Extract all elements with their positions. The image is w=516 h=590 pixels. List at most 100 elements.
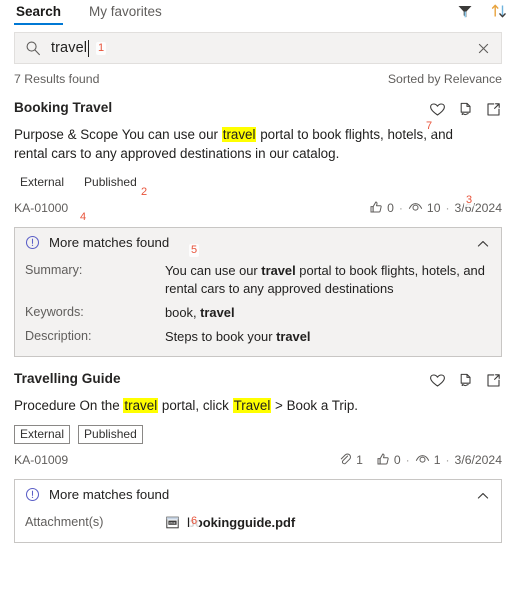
more-match-key: Keywords:: [25, 305, 84, 319]
tab-my-favorites[interactable]: My favorites: [87, 0, 164, 25]
search-box[interactable]: travel: [14, 32, 502, 64]
result-badges: External Published: [14, 425, 502, 444]
more-matches-header[interactable]: More matches found: [15, 228, 501, 256]
chevron-up-icon[interactable]: [475, 488, 491, 504]
pdf-file-icon: PDF: [165, 514, 180, 532]
search-icon: [25, 40, 41, 56]
sort-icon[interactable]: [490, 2, 508, 20]
snippet-pre: Procedure On the: [14, 398, 124, 413]
separator-dot: ·: [445, 452, 450, 467]
result-snippet: Purpose & Scope You can use our travel p…: [14, 125, 486, 163]
result-snippet: Procedure On the travel portal, click Tr…: [14, 396, 486, 415]
close-icon[interactable]: [476, 41, 491, 56]
result-actions: [429, 371, 502, 389]
result-stats: 0 · 10 · 3/6/2024: [369, 200, 502, 215]
more-match-key: Description:: [25, 329, 92, 343]
views-count: 1: [433, 452, 441, 467]
eye-icon: [408, 200, 423, 215]
article-id: KA-01009: [14, 452, 69, 467]
copy-link-icon[interactable]: [457, 372, 474, 389]
more-matches-header[interactable]: More matches found: [15, 480, 501, 508]
result-id-row: KA-01000 0 · 10 · 3/6/2024: [14, 200, 502, 215]
copy-link-icon[interactable]: [457, 101, 474, 118]
more-match-value: book, travel: [165, 304, 235, 322]
attachment-row: Attachment(s) PDF bookingguide.pdf: [25, 514, 491, 532]
value-pre: book,: [165, 305, 201, 320]
more-matches-panel: More matches found Attachment(s) PDF boo…: [14, 479, 502, 543]
more-matches-body: Summary: You can use our travel portal t…: [15, 262, 501, 356]
results-meta-row: 7 Results found Sorted by Relevance: [14, 72, 502, 86]
result-title[interactable]: Booking Travel: [14, 100, 112, 115]
status-badge: External: [14, 425, 71, 444]
separator-dot: ·: [445, 200, 450, 215]
sort-label[interactable]: Sorted by Relevance: [388, 72, 502, 86]
info-icon: [25, 235, 40, 250]
value-bold: travel: [276, 329, 311, 344]
snippet-highlight: travel: [221, 127, 257, 142]
result-spacer: [0, 357, 516, 371]
attachment-filename[interactable]: bookingguide.pdf: [187, 514, 295, 532]
top-tabbar: Search My favorites: [0, 0, 516, 28]
tab-search[interactable]: Search: [14, 0, 64, 25]
svg-text:PDF: PDF: [169, 521, 175, 525]
more-matches-title: More matches found: [49, 235, 170, 250]
result-title[interactable]: Travelling Guide: [14, 371, 121, 386]
value-bold: travel: [261, 263, 296, 278]
snippet-highlight: travel: [123, 398, 159, 413]
article-id: KA-01000: [14, 200, 69, 215]
chevron-up-icon[interactable]: [475, 236, 491, 252]
snippet-pre: Purpose & Scope You can use our: [14, 127, 222, 142]
attachment-value[interactable]: PDF bookingguide.pdf: [165, 514, 295, 532]
heart-icon[interactable]: [429, 101, 446, 118]
result-id-row: KA-01009 1 0 · 1 · 3/6/2024: [14, 452, 502, 467]
separator-dot: ·: [405, 452, 410, 467]
search-input-value: travel: [51, 40, 88, 56]
result-item: Travelling Guide Procedure On the travel…: [14, 371, 502, 543]
open-external-icon[interactable]: [485, 101, 502, 118]
more-matches-panel: More matches found Summary: You can use …: [14, 227, 502, 357]
heart-icon[interactable]: [429, 372, 446, 389]
eye-icon: [415, 452, 430, 467]
more-matches-title: More matches found: [49, 487, 170, 502]
more-match-row: Summary: You can use our travel portal t…: [25, 262, 491, 298]
value-pre: Steps to book your: [165, 329, 277, 344]
value-bold: travel: [200, 305, 235, 320]
likes-stat: 0: [369, 200, 394, 215]
status-badge: Published: [78, 425, 143, 444]
likes-count: 0: [387, 200, 394, 215]
snippet-post: > Book a Trip.: [271, 398, 359, 413]
separator-dot: ·: [398, 200, 403, 215]
snippet-highlight-2: Travel: [232, 398, 272, 413]
more-match-row: Description: Steps to book your travel: [25, 328, 491, 346]
snippet-mid: portal, click: [158, 398, 233, 413]
thumbs-up-icon: [369, 200, 383, 215]
status-badge: Published: [84, 175, 137, 189]
result-stats: 1 0 · 1 · 3/6/2024: [338, 452, 502, 467]
views-count: 10: [426, 200, 441, 215]
more-match-key: Summary:: [25, 263, 83, 277]
result-header: Travelling Guide: [14, 371, 502, 389]
open-external-icon[interactable]: [485, 372, 502, 389]
results-count: 7 Results found: [14, 72, 100, 86]
result-header: Booking Travel: [14, 100, 502, 118]
more-match-value: You can use our travel portal to book fl…: [165, 262, 491, 298]
more-match-row: Keywords: book, travel: [25, 304, 491, 322]
attachment-label: Attachment(s): [25, 515, 104, 529]
result-item: Booking Travel Purpose & Scope You can u…: [14, 100, 502, 357]
result-date: 3/6/2024: [454, 452, 502, 467]
search-input[interactable]: travel: [51, 39, 476, 57]
likes-stat: 0: [376, 452, 401, 467]
result-date: 3/6/2024: [454, 200, 502, 215]
likes-count: 0: [393, 452, 401, 467]
more-matches-body: Attachment(s) PDF bookingguide.pdf: [15, 514, 501, 542]
info-icon: [25, 487, 40, 502]
views-stat: 10: [408, 200, 441, 215]
result-actions: [429, 100, 502, 118]
attachment-count: 1: [356, 452, 363, 467]
value-pre: You can use our: [165, 263, 262, 278]
views-stat: 1: [415, 452, 441, 467]
status-badge: External: [20, 175, 65, 189]
filter-icon[interactable]: [456, 2, 474, 20]
paperclip-icon: [338, 452, 352, 467]
result-badges: External Published: [14, 173, 502, 192]
